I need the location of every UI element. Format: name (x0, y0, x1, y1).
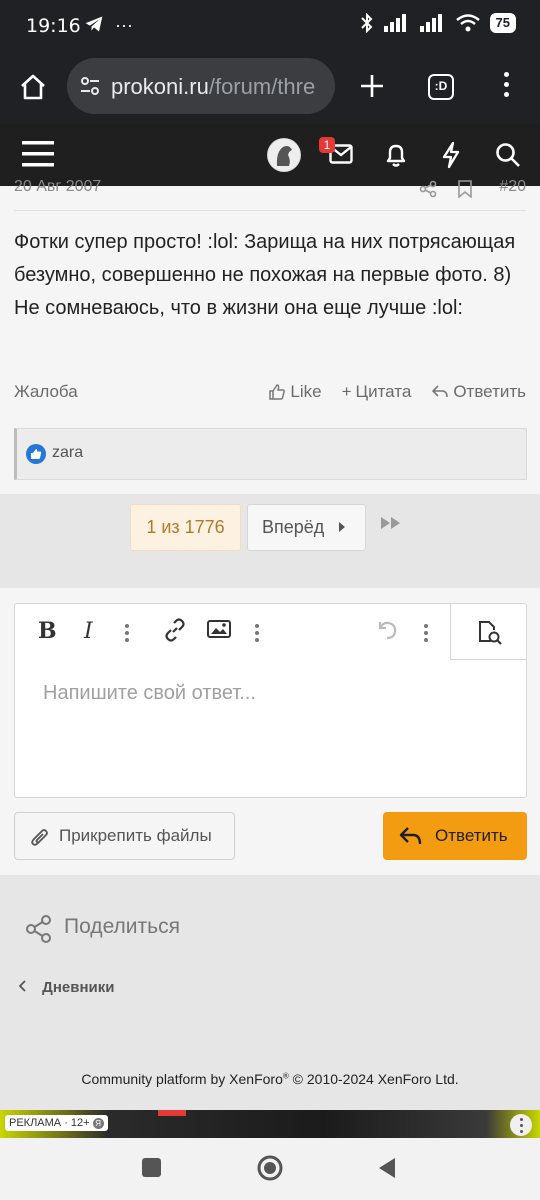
svg-text:I: I (83, 619, 94, 642)
attach-files-button[interactable]: Прикрепить файлы (14, 812, 235, 860)
telegram-icon (85, 16, 103, 32)
plus-icon: + (341, 382, 352, 401)
post-divider (14, 210, 526, 211)
horse-avatar-icon (268, 139, 300, 171)
home-nav-icon[interactable] (257, 1155, 283, 1181)
report-link[interactable]: Жалоба (14, 382, 78, 402)
undo-icon[interactable] (375, 618, 399, 642)
post-number[interactable]: #20 (499, 178, 526, 196)
recent-apps-icon[interactable] (142, 1158, 161, 1177)
likes-bar: zara (14, 428, 527, 480)
site-settings-icon[interactable] (79, 75, 101, 97)
hamburger-menu-icon[interactable] (22, 141, 54, 167)
forum-post: 20 Авг 2007 #20 Фотки супер просто! :lol… (0, 178, 540, 494)
more-text-options-icon[interactable] (125, 624, 129, 645)
status-right-icons: 75 (360, 13, 516, 33)
copyright-link[interactable]: Community platform by XenForo (81, 1071, 283, 1087)
system-navigation-bar (0, 1138, 540, 1200)
lightning-icon[interactable] (440, 141, 462, 169)
preview-search-icon (479, 621, 502, 645)
home-icon[interactable] (19, 73, 47, 101)
reply-post-button[interactable]: Ответить (431, 382, 526, 402)
copyright-suffix: © 2010-2024 XenForo Ltd. (288, 1071, 459, 1087)
copyright: Community platform by XenForo® © 2010-20… (81, 1071, 459, 1087)
submit-reply-label: Ответить (435, 826, 508, 845)
share-icon (26, 915, 51, 943)
status-notification-icons: ··· (84, 14, 133, 36)
reply-arrow-icon (432, 385, 449, 398)
ad-menu-icon[interactable] (510, 1114, 532, 1136)
inbox-badge: 1 (319, 137, 335, 153)
more-notifications-icon: ··· (115, 15, 133, 35)
battery-icon: 75 (489, 13, 516, 33)
liked-by-user[interactable]: zara (52, 444, 83, 462)
italic-icon[interactable]: I (81, 618, 101, 642)
avatar[interactable] (267, 138, 301, 172)
new-tab-icon[interactable] (359, 73, 385, 99)
site-navigation: 1 (0, 124, 540, 186)
preview-button[interactable] (450, 604, 526, 660)
quote-label: Цитата (355, 382, 412, 401)
browser-menu-icon[interactable] (504, 72, 509, 97)
page-selector[interactable]: 1 из 1776 (130, 504, 241, 551)
post-date: 20 Авг 2007 (14, 178, 102, 195)
page-footer: Поделиться Дневники Community platform b… (0, 875, 540, 1110)
editor-toolbar: B I (15, 604, 526, 660)
bookmark-icon[interactable] (457, 180, 473, 198)
status-time: 19:16 (26, 15, 81, 37)
more-insert-options-icon[interactable] (255, 624, 259, 645)
link-icon[interactable] (163, 618, 187, 642)
reply-label: Ответить (453, 382, 526, 401)
signal-icon-2 (419, 14, 442, 32)
reply-input[interactable]: Напишите свой ответ... (43, 682, 256, 705)
bell-icon[interactable] (384, 142, 408, 168)
caret-right-icon (339, 522, 346, 532)
post-body: Фотки супер просто! :lol: Зарища на них … (14, 231, 516, 319)
image-icon[interactable] (207, 618, 231, 640)
next-page-label: Вперёд (262, 517, 325, 537)
like-reaction-icon (26, 444, 46, 464)
bluetooth-icon (360, 13, 372, 33)
share-button[interactable]: Поделиться (26, 915, 180, 949)
signal-icon (383, 14, 406, 32)
more-editor-options-icon[interactable] (424, 624, 428, 645)
next-page-button[interactable]: Вперёд (247, 504, 366, 551)
reply-icon (399, 827, 422, 845)
reply-form: B I Напишите свой ответ... Прикрепить фа… (0, 588, 540, 875)
attach-files-label: Прикрепить файлы (59, 826, 212, 845)
last-page-icon[interactable] (380, 516, 404, 530)
pagination: 1 из 1776 Вперёд (0, 494, 540, 588)
thumbs-up-icon (269, 384, 286, 400)
url-bar[interactable]: prokoni.ru/forum/thre (67, 58, 335, 114)
paperclip-icon (31, 829, 48, 846)
ad-label-text: РЕКЛАМА · 12+ (9, 1117, 90, 1129)
url-path: /forum/thre (208, 74, 316, 99)
chevron-left-icon (18, 980, 26, 992)
url-domain: prokoni.ru (111, 74, 209, 99)
ad-label: РЕКЛАМА · 12+ Я (5, 1115, 108, 1131)
back-nav-icon[interactable] (377, 1156, 397, 1180)
like-label: Like (290, 382, 322, 401)
browser-toolbar: prokoni.ru/forum/thre :D (0, 56, 540, 124)
breadcrumb-label: Дневники (42, 979, 115, 996)
url-text: prokoni.ru/forum/thre (111, 74, 315, 100)
share-post-icon[interactable] (419, 180, 437, 198)
bold-icon[interactable]: B (37, 618, 57, 642)
breadcrumb[interactable]: Дневники (18, 979, 115, 996)
svg-text:B: B (38, 618, 57, 642)
search-icon[interactable] (495, 142, 521, 168)
share-label: Поделиться (64, 915, 180, 938)
post-actions: Жалоба Like + Цитата Ответить (14, 382, 526, 406)
quote-button[interactable]: + Цитата (342, 382, 412, 402)
like-button[interactable]: Like (268, 382, 322, 402)
yandex-icon: Я (92, 1118, 104, 1129)
wifi-icon (455, 14, 480, 32)
editor-box: B I Напишите свой ответ... (14, 603, 527, 798)
submit-reply-button[interactable]: Ответить (383, 812, 527, 860)
tab-switcher-button[interactable]: :D (428, 74, 454, 100)
ad-banner[interactable]: РЕКЛАМА · 12+ Я (0, 1110, 540, 1138)
status-bar: 19:16 ··· 75 (0, 0, 540, 56)
